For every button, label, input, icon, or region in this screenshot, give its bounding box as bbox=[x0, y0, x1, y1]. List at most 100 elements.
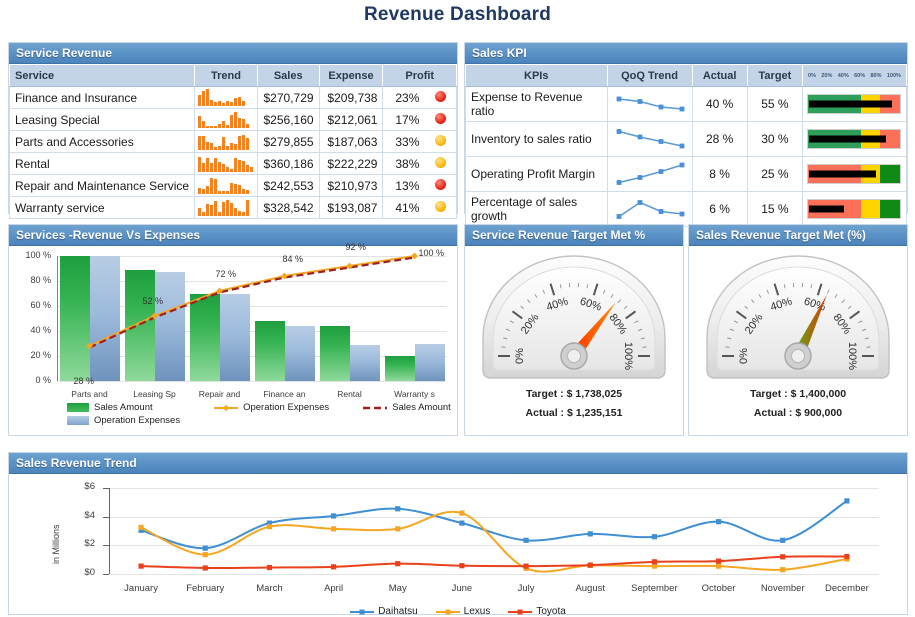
status-dot-red-icon bbox=[434, 178, 446, 190]
cell-trend-sparkline bbox=[194, 174, 258, 197]
service-revenue-gauge: 0% 20% 40% 60% 80% 100% bbox=[469, 252, 679, 382]
legend-label: Sales Amount bbox=[392, 402, 451, 413]
sparkline-bar bbox=[202, 91, 206, 106]
sparkline-bar bbox=[202, 163, 206, 172]
table-row[interactable]: Expense to Revenue ratio 40 % 55 % bbox=[465, 86, 907, 122]
sparkline-bar bbox=[238, 136, 242, 150]
sparkline-bar bbox=[234, 112, 238, 128]
sparkline-bar bbox=[230, 203, 234, 216]
cell-profit: 41% bbox=[382, 196, 425, 219]
cell-sales: $256,160 bbox=[256, 108, 320, 131]
sales-gauge-footer: Target : $ 1,400,000 Actual : $ 900,000 bbox=[689, 388, 907, 419]
cell-kpi-name: Operating Profit Margin bbox=[465, 156, 608, 192]
bullet-band bbox=[879, 200, 901, 218]
sparkline-bar bbox=[218, 191, 222, 194]
qoq-sparkline bbox=[616, 129, 684, 149]
sparkline-bar bbox=[198, 136, 202, 150]
sparkline-bar bbox=[238, 118, 242, 128]
sparkline-bar bbox=[206, 89, 210, 106]
x-axis-tick-label: June bbox=[451, 583, 473, 594]
sparkline-bar bbox=[202, 121, 206, 128]
sparkline-bar bbox=[222, 103, 226, 106]
cell-expense: $193,087 bbox=[318, 196, 384, 219]
cell-target: 25 % bbox=[746, 156, 804, 192]
revenue-vs-expenses-chart: 0 % 20 % 40 % 60 % 80 % 100 % Parts and Leasing… bbox=[9, 242, 457, 435]
sparkline-bar bbox=[234, 144, 238, 150]
x-axis-tick-label: April bbox=[324, 583, 344, 594]
sparkline-bars bbox=[198, 177, 254, 194]
sparkline-bar bbox=[238, 185, 242, 194]
sales-revenue-gauge: 0% 20% 40% 60% 80% 100% bbox=[693, 252, 903, 382]
cell-sales: $242,553 bbox=[256, 174, 320, 197]
gauge-tick-label: 0% bbox=[738, 348, 750, 364]
table-row[interactable]: Inventory to sales ratio 28 % 30 % bbox=[465, 121, 907, 157]
table-row[interactable]: Finance and Insurance $270,729 $209,738 23% bbox=[8, 86, 458, 109]
dashboard-page: Revenue Dashboard Service Revenue Servic… bbox=[0, 0, 915, 617]
gauge-actual-line: Actual : $ 1,235,151 bbox=[525, 407, 623, 419]
col-qoq-trend: QoQ Trend bbox=[606, 64, 693, 87]
bullet-scale-tick: 100% bbox=[886, 72, 901, 79]
panel-title-sales-kpi: Sales KPI bbox=[465, 43, 907, 64]
sparkline-bars bbox=[198, 133, 254, 150]
sparkline-bar bbox=[206, 186, 210, 194]
sparkline-bar bbox=[218, 101, 222, 106]
table-row[interactable]: Operating Profit Margin 8 % 25 % bbox=[465, 156, 907, 192]
col-actual: Actual bbox=[691, 64, 748, 87]
cell-kpi-name: Percentage of sales growth bbox=[465, 191, 608, 227]
table-row[interactable]: Leasing Special $256,160 $212,061 17% bbox=[8, 108, 458, 131]
table-row[interactable]: Percentage of sales growth 6 % 15 % bbox=[465, 191, 907, 227]
col-trend: Trend bbox=[194, 64, 258, 87]
col-profit: Profit bbox=[382, 64, 457, 87]
legend-label: Sales Amount bbox=[94, 402, 153, 413]
data-point-label: 52 % bbox=[142, 296, 164, 306]
legend-item: Toyota bbox=[508, 606, 566, 617]
status-dot-amber-icon bbox=[434, 200, 446, 212]
gauge-tick-label: 100% bbox=[846, 342, 858, 370]
sparkline-bar bbox=[234, 208, 238, 216]
panel-service-revenue: Service Revenue Service Trend Sales Expe… bbox=[8, 42, 458, 219]
sparkline-bar bbox=[242, 101, 246, 106]
cell-sales: $270,729 bbox=[256, 86, 320, 109]
bullet-scale-tick: 0% bbox=[808, 72, 816, 79]
cell-service: Leasing Special bbox=[8, 108, 196, 131]
qoq-sparkline bbox=[616, 96, 684, 112]
sparkline-bar bbox=[210, 126, 214, 128]
sparkline-bar bbox=[246, 165, 250, 172]
sparkline-bar bbox=[222, 202, 226, 216]
cell-profit: 13% bbox=[382, 174, 425, 197]
panel-title-sales-trend: Sales Revenue Trend bbox=[9, 453, 907, 474]
status-dot-red-icon bbox=[434, 90, 446, 102]
legend-swatch-sales-icon bbox=[67, 403, 89, 412]
status-dot-amber-icon bbox=[434, 156, 446, 168]
sales-kpi-table: KPIs QoQ Trend Actual Target 0% 20% 40% 60%… bbox=[465, 64, 907, 227]
cell-actual: 8 % bbox=[691, 156, 748, 192]
legend-label: Operation Expenses bbox=[94, 415, 181, 426]
legend-line-dashed-red-icon bbox=[363, 406, 388, 410]
data-point-label: 92 % bbox=[345, 242, 367, 252]
legend-label: Lexus bbox=[463, 606, 491, 617]
table-row[interactable]: Rental $360,186 $222,229 38% bbox=[8, 152, 458, 175]
data-point-label: 28 % bbox=[73, 376, 95, 386]
bullet-scale-tick: 60% bbox=[854, 72, 866, 79]
legend-line-orange-icon bbox=[214, 404, 239, 412]
cell-profit: 38% bbox=[382, 152, 425, 175]
table-row[interactable]: Repair and Maintenance Service $242,553 $2… bbox=[8, 174, 458, 197]
gauge-tick-label: 100% bbox=[622, 342, 634, 370]
cell-target: 55 % bbox=[746, 86, 804, 122]
cell-service: Repair and Maintenance Service bbox=[8, 174, 196, 197]
sparkline-bar bbox=[206, 204, 210, 216]
panel-sales-revenue-gauge: Sales Revenue Target Met (%) 0% 20% 40% 60%… bbox=[688, 224, 908, 436]
x-axis-tick-label: January bbox=[124, 583, 158, 594]
col-sales: Sales bbox=[256, 64, 320, 87]
qoq-sparkline bbox=[616, 162, 684, 185]
cell-profit: 17% bbox=[382, 108, 425, 131]
table-row[interactable]: Parts and Accessories $279,855 $187,063 33% bbox=[8, 130, 458, 153]
data-point-label: 100 % bbox=[418, 248, 445, 258]
sparkline-bar bbox=[246, 138, 250, 150]
sparkline-bar bbox=[210, 178, 214, 194]
x-axis-tick-label: October bbox=[701, 583, 736, 594]
table-row[interactable]: Warranty service $328,542 $193,087 41% bbox=[8, 196, 458, 219]
gauge-target-line: Target : $ 1,738,025 bbox=[525, 388, 623, 400]
sparkline-bar bbox=[242, 119, 246, 128]
sparkline-bar bbox=[238, 160, 242, 172]
